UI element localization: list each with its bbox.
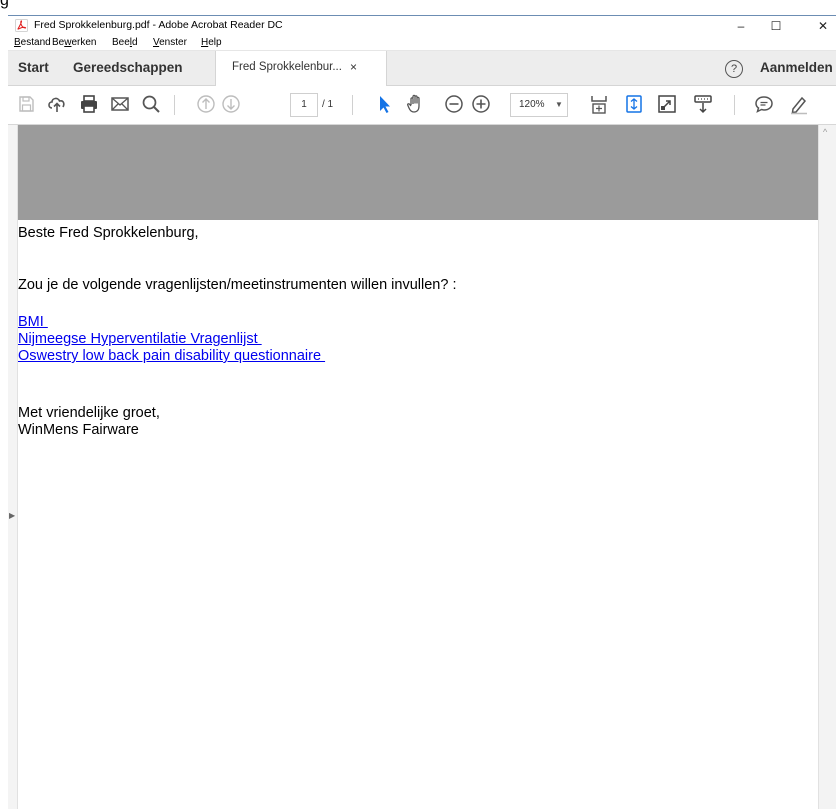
signature-text: WinMens Fairware	[18, 422, 139, 438]
acrobat-icon	[15, 19, 28, 32]
questionnaire-link-nijmeegse[interactable]: Nijmeegse Hyperventilatie Vragenlijst	[18, 331, 262, 347]
close-window-button[interactable]: ✕	[805, 16, 836, 36]
document-viewer[interactable]: ▶ Beste Fred Sprokkelenburg, Zou je de v…	[8, 125, 836, 809]
menu-bewerken[interactable]: Bewerken	[52, 37, 96, 48]
page-header-banner	[18, 125, 818, 220]
select-arrow-icon[interactable]	[373, 93, 395, 115]
menu-help[interactable]: Help	[201, 37, 222, 48]
tab-document[interactable]: Fred Sprokkelenbur... ×	[215, 51, 387, 86]
closing-text: Met vriendelijke groet,	[18, 405, 160, 421]
save-icon[interactable]	[15, 93, 37, 115]
window-titlebar: Fred Sprokkelenburg.pdf - Adobe Acrobat …	[8, 15, 836, 36]
search-icon[interactable]	[140, 93, 162, 115]
questionnaire-link-oswestry[interactable]: Oswestry low back pain disability questi…	[18, 348, 325, 364]
minimize-button[interactable]: –	[723, 16, 759, 36]
vertical-scrollbar[interactable]: ^	[818, 125, 836, 809]
expand-panel-icon[interactable]: ▶	[9, 511, 15, 520]
menu-beeld[interactable]: Beeld	[112, 37, 138, 48]
question-text: Zou je de volgende vragenlijsten/meetins…	[18, 277, 457, 293]
toolbar-separator	[174, 95, 175, 115]
toolbar: 1 / 1 120% ▼	[8, 86, 836, 125]
toolbar-separator	[734, 95, 735, 115]
tab-start[interactable]: Start	[18, 51, 49, 85]
scroll-up-icon[interactable]: ^	[823, 127, 827, 137]
tab-bar: Start Gereedschappen Fred Sprokkelenbur.…	[8, 51, 836, 86]
help-icon[interactable]: ?	[725, 60, 743, 78]
page-number-input[interactable]: 1	[290, 93, 318, 117]
title-fragment: g	[0, 0, 9, 9]
chevron-down-icon: ▼	[555, 100, 563, 109]
fit-page-icon[interactable]	[588, 93, 610, 115]
highlight-pen-icon[interactable]	[788, 93, 810, 115]
hand-tool-icon[interactable]	[405, 93, 427, 115]
left-panel-rail[interactable]: ▶	[8, 125, 18, 809]
greeting-text: Beste Fred Sprokkelenburg,	[18, 225, 199, 241]
menu-bestand[interactable]: Bestand	[14, 37, 51, 48]
read-mode-icon[interactable]	[692, 93, 714, 115]
menu-bar: Bestand Bewerken Beeld Venster Help	[8, 36, 836, 51]
upload-cloud-icon[interactable]	[46, 93, 68, 115]
next-page-icon[interactable]	[220, 93, 242, 115]
close-tab-icon[interactable]: ×	[350, 60, 357, 74]
previous-page-icon[interactable]	[195, 93, 217, 115]
signin-button[interactable]: Aanmelden	[760, 51, 833, 85]
pdf-page: Beste Fred Sprokkelenburg, Zou je de vol…	[18, 125, 818, 809]
questionnaire-link-bmi[interactable]: BMI	[18, 314, 48, 330]
zoom-select[interactable]: 120% ▼	[510, 93, 568, 117]
full-screen-icon[interactable]	[656, 93, 678, 115]
page-total: / 1	[322, 99, 334, 110]
toolbar-separator	[352, 95, 353, 115]
comment-icon[interactable]	[753, 93, 775, 115]
maximize-button[interactable]: ☐	[758, 16, 794, 36]
print-icon[interactable]	[78, 93, 100, 115]
window-title: Fred Sprokkelenburg.pdf - Adobe Acrobat …	[34, 19, 283, 31]
zoom-in-icon[interactable]	[470, 93, 492, 115]
menu-venster[interactable]: Venster	[153, 37, 187, 48]
zoom-out-icon[interactable]	[443, 93, 465, 115]
tab-tools[interactable]: Gereedschappen	[73, 51, 183, 85]
email-icon[interactable]	[109, 93, 131, 115]
scrolling-mode-icon[interactable]	[623, 93, 645, 115]
document-tab-label: Fred Sprokkelenbur...	[232, 61, 342, 73]
